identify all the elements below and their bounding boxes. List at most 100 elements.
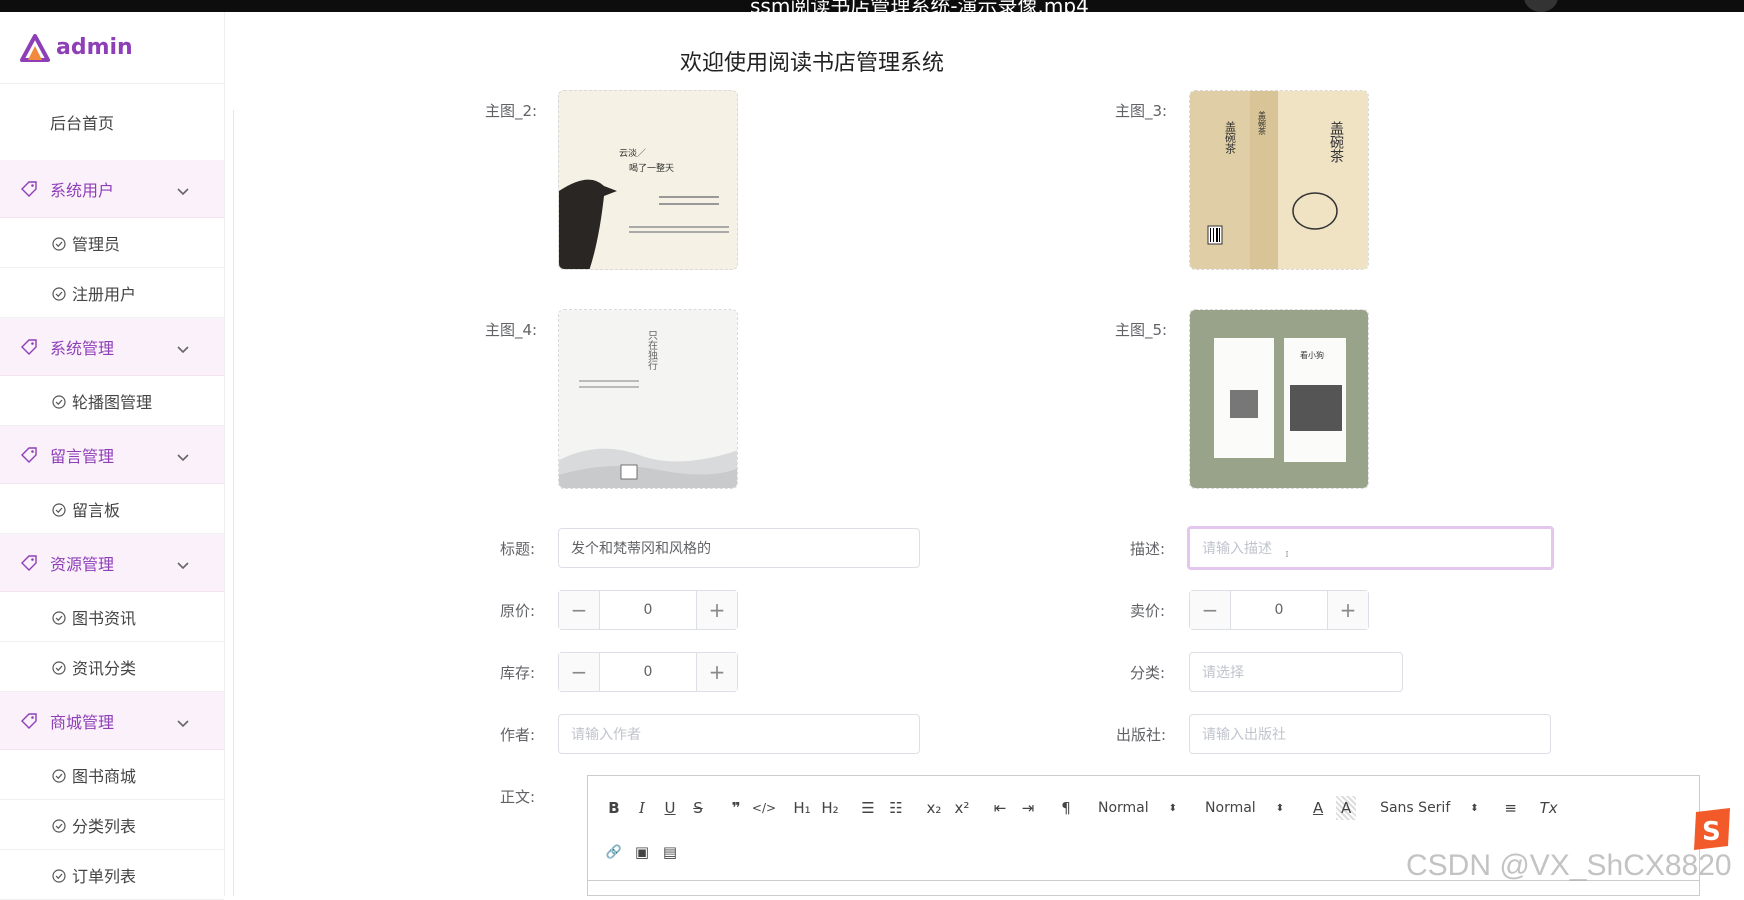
- check-circle-icon: [52, 236, 66, 251]
- header-2-button[interactable]: H₂: [816, 796, 844, 820]
- body-label: 正文:: [500, 788, 536, 806]
- italic-button[interactable]: I: [628, 796, 656, 820]
- book-cover-5[interactable]: 看小狗: [1189, 309, 1369, 489]
- image-button[interactable]: ▣: [628, 840, 656, 864]
- book-cover-2[interactable]: 云淡／ 喝了一整天: [558, 90, 738, 270]
- sidebar-item-label: 后台首页: [50, 114, 115, 133]
- sidebar-item[interactable]: 图书商城: [0, 750, 224, 800]
- sidebar-group-0[interactable]: 系统用户: [0, 160, 224, 218]
- logo-icon: [20, 33, 50, 62]
- svg-text:喝了一整天: 喝了一整天: [629, 162, 674, 174]
- sidebar-group-1[interactable]: 系统管理: [0, 318, 224, 376]
- sidebar-item-label: 图书资讯: [72, 608, 137, 628]
- sidebar-item-home[interactable]: 后台首页: [0, 84, 224, 160]
- book-cover-3[interactable]: 盖碗茶 盖碗茶 盖碗茶: [1189, 90, 1369, 270]
- stepper-value[interactable]: 0: [1231, 591, 1327, 629]
- svg-text:S: S: [1702, 817, 1721, 847]
- indent-button[interactable]: ⇥: [1014, 796, 1042, 820]
- subscript-button[interactable]: x₂: [920, 796, 948, 820]
- chevron-down-icon: [176, 714, 190, 728]
- blockquote-button[interactable]: ❞: [722, 796, 750, 820]
- select-value: Normal: [1098, 800, 1149, 816]
- book-cover-image: 云淡／ 喝了一整天: [559, 91, 737, 269]
- sidebar-group-label: 系统用户: [50, 180, 115, 200]
- editor-toolbar-row-2: 🔗 ▣ ▤: [600, 834, 684, 870]
- decrement-button[interactable]: −: [559, 653, 600, 691]
- underline-button[interactable]: U: [656, 796, 684, 820]
- sidebar-item-label: 订单列表: [72, 866, 137, 886]
- original-price-label: 原价:: [500, 602, 536, 620]
- divider: [233, 110, 234, 896]
- header-1-button[interactable]: H₁: [788, 796, 816, 820]
- font-select[interactable]: Sans Serif ⬍: [1380, 800, 1479, 816]
- category-label: 分类:: [1130, 664, 1166, 682]
- code-block-button[interactable]: </>: [750, 796, 778, 820]
- link-button[interactable]: 🔗: [600, 840, 628, 864]
- increment-button[interactable]: +: [1327, 591, 1368, 629]
- decrement-button[interactable]: −: [1190, 591, 1231, 629]
- brand-logo[interactable]: admin: [0, 12, 224, 84]
- background-color-button[interactable]: A: [1336, 796, 1357, 820]
- strike-button[interactable]: S: [684, 796, 712, 820]
- editor-toolbar: B I U S ❞ </> H₁ H₂ ☰ ☷ x₂ x² ⇤ ⇥ ¶ Norm…: [600, 790, 1563, 826]
- outdent-button[interactable]: ⇤: [986, 796, 1014, 820]
- sidebar-item[interactable]: 资讯分类: [0, 642, 224, 692]
- text-color-button[interactable]: A: [1304, 796, 1332, 820]
- image-5-label: 主图_5:: [1115, 321, 1168, 339]
- video-button[interactable]: ▤: [656, 840, 684, 864]
- page-title: 欢迎使用阅读书店管理系统: [680, 51, 945, 76]
- clean-format-button[interactable]: Tx: [1535, 796, 1563, 820]
- ordered-list-button[interactable]: ☰: [854, 796, 882, 820]
- author-input[interactable]: 请输入作者: [558, 714, 920, 754]
- publisher-input[interactable]: 请输入出版社: [1189, 714, 1551, 754]
- title-label: 标题:: [500, 540, 536, 558]
- stepper-value[interactable]: 0: [600, 653, 696, 691]
- sidebar-item[interactable]: 留言板: [0, 484, 224, 534]
- chevron-down-icon: [176, 448, 190, 462]
- sidebar-item[interactable]: 管理员: [0, 218, 224, 268]
- select-arrow-icon: ⬍: [1168, 802, 1178, 814]
- check-circle-icon: [52, 286, 66, 301]
- bold-button[interactable]: B: [600, 796, 628, 820]
- sale-price-label: 卖价:: [1130, 602, 1166, 620]
- author-label: 作者:: [500, 726, 536, 744]
- select-value: Normal: [1205, 800, 1256, 816]
- video-title: ssm阅读书店管理系统-演示录像.mp4: [750, 0, 1089, 12]
- sidebar-item[interactable]: 注册用户: [0, 268, 224, 318]
- bullet-list-button[interactable]: ☷: [882, 796, 910, 820]
- sidebar-item[interactable]: 图书资讯: [0, 592, 224, 642]
- text-cursor-icon: [1286, 551, 1288, 557]
- sidebar-item[interactable]: 订单列表: [0, 850, 224, 900]
- book-cover-4[interactable]: 只在独行: [558, 309, 738, 489]
- direction-button[interactable]: ¶: [1052, 796, 1080, 820]
- increment-button[interactable]: +: [696, 591, 737, 629]
- sidebar-item[interactable]: 轮播图管理: [0, 376, 224, 426]
- watermark: CSDN @VX_ShCX8820: [1406, 849, 1732, 882]
- sogou-ime-icon[interactable]: S: [1690, 806, 1734, 852]
- check-circle-icon: [52, 768, 66, 783]
- check-circle-icon: [52, 502, 66, 517]
- sidebar-group-2[interactable]: 留言管理: [0, 426, 224, 484]
- sidebar: admin 后台首页 系统用户管理员注册用户系统管理 轮播图管理 留言管理 留言板 资源…: [0, 12, 225, 900]
- sale-price-stepper[interactable]: − 0 +: [1189, 590, 1369, 630]
- superscript-button[interactable]: x²: [948, 796, 976, 820]
- sidebar-group-3[interactable]: 资源管理: [0, 534, 224, 592]
- description-input[interactable]: 请输入描述: [1187, 526, 1554, 570]
- title-input[interactable]: 发个和梵蒂冈和风格的: [558, 528, 920, 568]
- book-cover-image: 看小狗: [1190, 310, 1368, 488]
- original-price-stepper[interactable]: − 0 +: [558, 590, 738, 630]
- sidebar-group-4[interactable]: 商城管理: [0, 692, 224, 750]
- svg-text:看小狗: 看小狗: [1300, 350, 1324, 360]
- header-select[interactable]: Normal ⬍: [1098, 800, 1177, 816]
- align-button[interactable]: ≡: [1497, 796, 1525, 820]
- sidebar-item[interactable]: 分类列表: [0, 800, 224, 850]
- size-select[interactable]: Normal ⬍: [1205, 800, 1284, 816]
- decrement-button[interactable]: −: [559, 591, 600, 629]
- sidebar-item-label: 注册用户: [72, 284, 137, 304]
- window-control[interactable]: [1524, 0, 1558, 12]
- stock-stepper[interactable]: − 0 +: [558, 652, 738, 692]
- category-select[interactable]: 请选择: [1189, 652, 1403, 692]
- description-label: 描述:: [1130, 540, 1166, 558]
- stepper-value[interactable]: 0: [600, 591, 696, 629]
- increment-button[interactable]: +: [696, 653, 737, 691]
